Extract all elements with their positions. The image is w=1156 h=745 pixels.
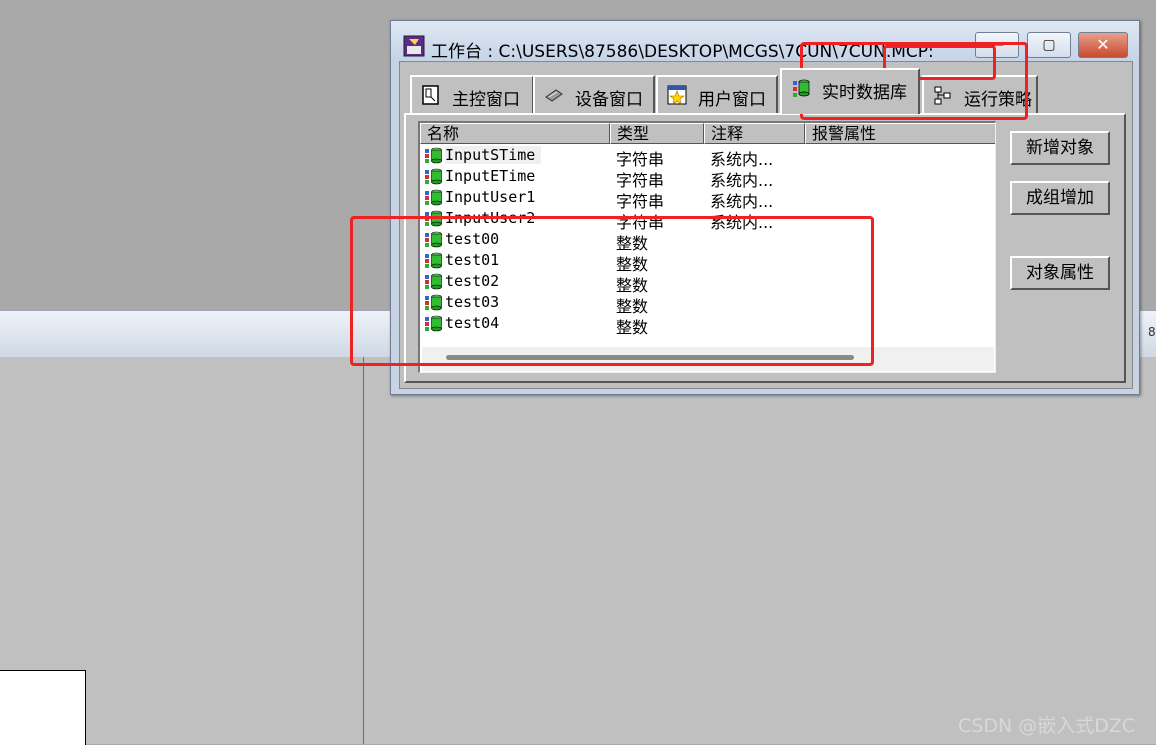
realtime-db-icon [793,79,810,97]
cell-name: InputSTime [445,146,542,164]
tab-label: 实时数据库 [822,83,907,103]
cell-name: InputETime [445,167,536,185]
tab-user-window[interactable]: 用户窗口 [656,75,778,113]
annotation-box-variables [350,216,874,366]
device-window-icon [545,89,563,102]
tab-realtime-database[interactable]: 实时数据库 [780,68,920,114]
cell-name: InputUser1 [445,188,536,206]
close-button[interactable]: ✕ [1078,32,1128,58]
tab-label: 设备窗口 [575,90,643,110]
maximize-icon: ▢ [1042,37,1056,53]
list-row[interactable]: InputSTime 字符串 系统内... [420,145,995,169]
column-header-alarm[interactable]: 报警属性 [805,123,995,144]
host-right-pane [364,357,1156,744]
tab-main-window[interactable]: 主控窗口 [410,75,534,113]
user-window-icon [667,85,687,105]
tab-label: 主控窗口 [452,90,520,110]
object-properties-button[interactable]: 对象属性 [1010,256,1110,290]
list-row[interactable]: InputETime 字符串 系统内... [420,166,995,190]
variable-icon [424,168,444,186]
list-row[interactable]: InputUser1 字符串 系统内... [420,187,995,211]
group-add-button[interactable]: 成组增加 [1010,181,1110,215]
column-header-type[interactable]: 类型 [610,123,704,144]
list-header: 名称 类型 注释 报警属性 [420,123,995,144]
column-header-name[interactable]: 名称 [420,123,610,144]
app-icon [403,35,425,57]
tab-device-window[interactable]: 设备窗口 [533,75,655,113]
close-icon: ✕ [1096,35,1110,54]
variable-icon [424,147,444,165]
variable-icon [424,189,444,207]
main-window-icon [422,85,439,105]
host-white-box [0,670,86,745]
add-object-button[interactable]: 新增对象 [1010,131,1110,165]
host-edge-glyph: 8 [1148,325,1156,339]
maximize-button[interactable]: ▢ [1027,32,1071,58]
watermark: CSDN @嵌入式DZC [958,715,1136,737]
column-header-note[interactable]: 注释 [704,123,805,144]
tab-label: 用户窗口 [698,90,766,110]
